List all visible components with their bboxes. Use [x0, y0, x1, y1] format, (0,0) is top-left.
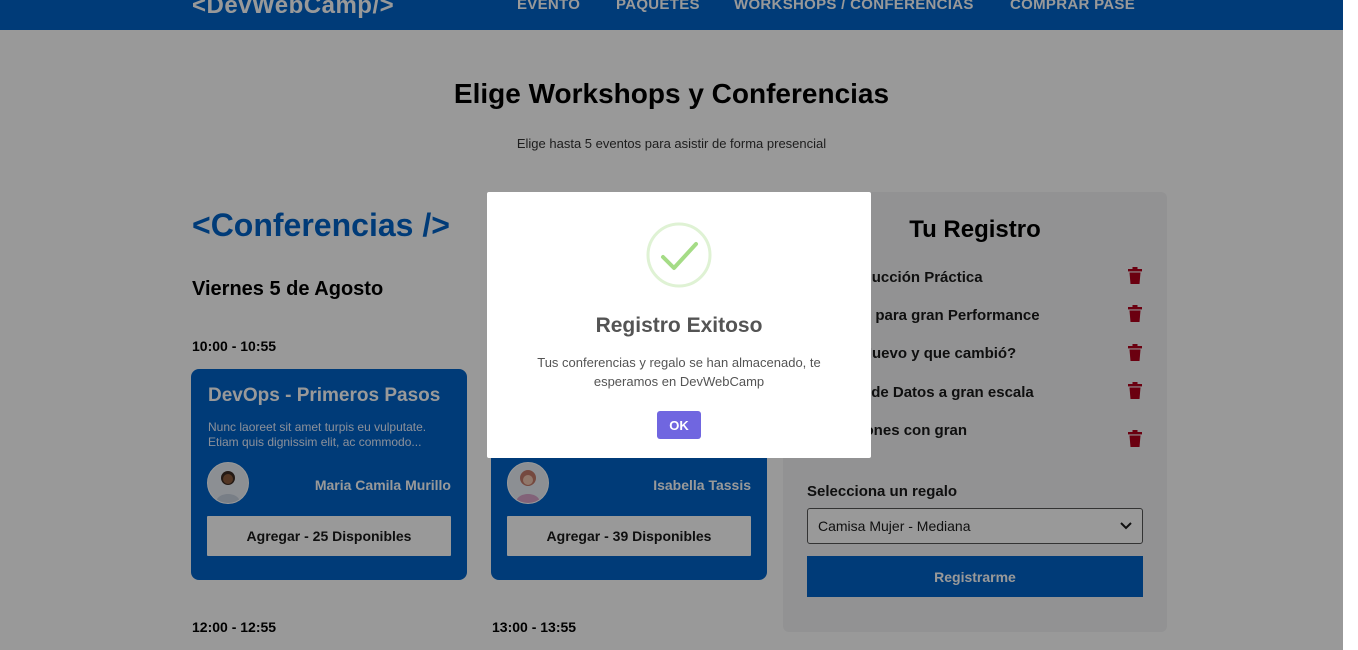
- modal-title: Registro Exitoso: [595, 314, 763, 337]
- ok-button[interactable]: OK: [657, 411, 701, 439]
- success-check-icon: [646, 222, 712, 288]
- modal-message: Tus conferencias y regalo se han almacen…: [537, 355, 821, 389]
- scrollbar[interactable]: [1343, 0, 1358, 650]
- success-modal: Registro Exitoso Tus conferencias y rega…: [487, 192, 871, 458]
